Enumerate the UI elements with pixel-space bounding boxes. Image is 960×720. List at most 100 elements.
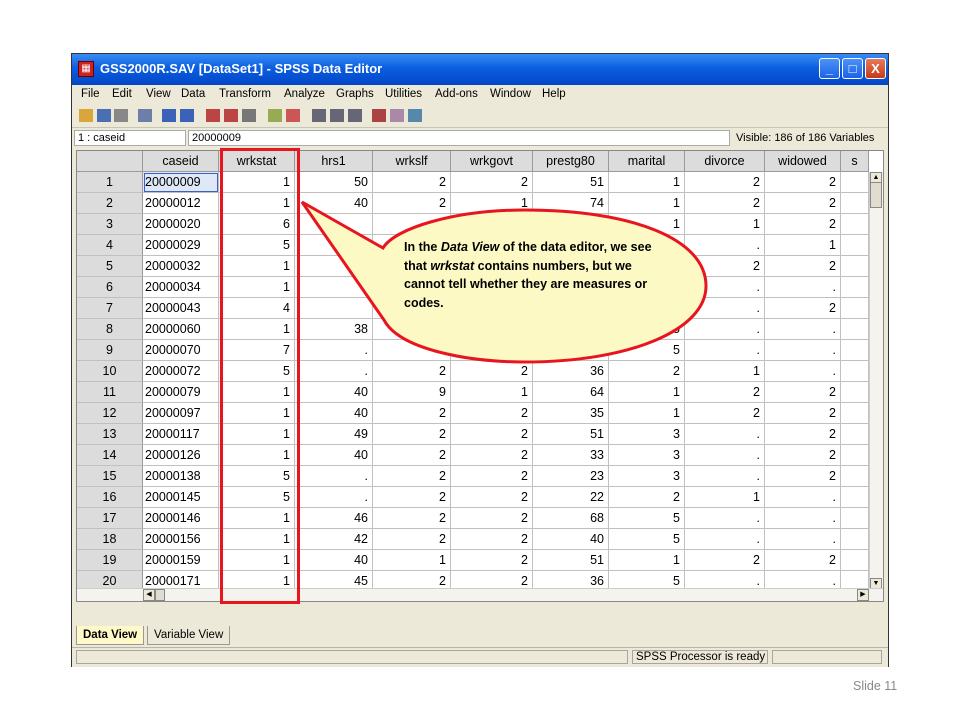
data-cell-partial[interactable] [841,382,869,403]
data-cell-partial[interactable] [841,256,869,277]
row-header[interactable]: 18 [77,529,143,550]
data-cell[interactable]: . [685,508,765,529]
print-icon[interactable] [114,109,128,122]
data-cell[interactable]: . [765,340,841,361]
data-cell[interactable]: 23 [533,466,609,487]
data-cell[interactable]: . [685,319,765,340]
data-cell[interactable]: 20000138 [143,466,219,487]
data-cell[interactable]: 20000043 [143,298,219,319]
data-cell[interactable]: 20000117 [143,424,219,445]
data-cell-partial[interactable] [841,277,869,298]
data-cell[interactable]: 36 [533,361,609,382]
row-header[interactable]: 6 [77,277,143,298]
data-cell[interactable]: 38 [295,319,373,340]
scroll-left-icon[interactable]: ◀ [143,589,155,601]
goto-case-icon[interactable] [206,109,220,122]
data-cell[interactable]: 2 [373,361,451,382]
data-cell[interactable]: 35 [533,403,609,424]
data-cell[interactable] [295,235,373,256]
row-header[interactable]: 1 [77,172,143,193]
data-cell[interactable] [373,340,451,361]
close-button[interactable]: X [865,58,886,79]
row-header[interactable]: 5 [77,256,143,277]
data-cell[interactable]: 3 [609,445,685,466]
menu-graphs[interactable]: Graphs [336,88,374,100]
redo-icon[interactable] [180,109,194,122]
data-cell[interactable]: 68 [533,508,609,529]
maximize-button[interactable]: □ [842,58,863,79]
horizontal-scrollbar[interactable]: ◀ ▶ [77,588,883,601]
data-cell[interactable]: 20000126 [143,445,219,466]
column-header-wrkslf[interactable]: wrkslf [373,151,451,172]
cell-reference[interactable]: 1 : caseid [74,130,186,146]
data-cell[interactable]: 2 [609,361,685,382]
data-cell[interactable]: 2 [765,298,841,319]
data-cell-partial[interactable] [841,235,869,256]
data-cell[interactable] [295,256,373,277]
data-cell[interactable]: 5 [609,340,685,361]
data-cell[interactable]: 2 [685,256,765,277]
data-cell[interactable]: 2 [685,403,765,424]
data-cell[interactable]: 40 [295,445,373,466]
data-cell[interactable]: . [685,277,765,298]
data-cell[interactable] [451,214,533,235]
data-cell[interactable]: 5 [609,319,685,340]
data-cell[interactable]: 2 [765,193,841,214]
insert-cases-icon[interactable] [268,109,282,122]
data-cell[interactable]: 40 [295,382,373,403]
row-header[interactable]: 11 [77,382,143,403]
row-header[interactable]: 3 [77,214,143,235]
data-cell[interactable]: 2 [765,214,841,235]
data-cell[interactable]: 51 [533,550,609,571]
data-cell-partial[interactable] [841,445,869,466]
row-header[interactable]: 8 [77,319,143,340]
undo-icon[interactable] [162,109,176,122]
data-cell[interactable]: . [765,361,841,382]
data-cell[interactable]: 49 [295,424,373,445]
data-cell-partial[interactable] [841,361,869,382]
data-cell[interactable]: 1 [765,235,841,256]
column-header-prestg80[interactable]: prestg80 [533,151,609,172]
column-header-widowed[interactable]: widowed [765,151,841,172]
column-header-hrs1[interactable]: hrs1 [295,151,373,172]
data-cell[interactable]: . [765,529,841,550]
menu-view[interactable]: View [146,88,171,100]
row-header[interactable]: 10 [77,361,143,382]
data-cell[interactable]: . [295,361,373,382]
menu-file[interactable]: File [81,88,100,100]
row-header[interactable]: 14 [77,445,143,466]
data-cell[interactable]: 3 [609,466,685,487]
data-cell[interactable]: 50 [295,172,373,193]
data-cell[interactable]: 1 [609,214,685,235]
data-cell[interactable]: 2 [609,487,685,508]
value-labels-icon[interactable] [372,109,386,122]
data-cell[interactable]: 33 [533,445,609,466]
data-cell[interactable]: . [765,277,841,298]
data-cell[interactable]: 2 [685,382,765,403]
data-cell[interactable]: . [685,466,765,487]
show-all-icon[interactable] [408,109,422,122]
data-cell[interactable]: 2 [373,487,451,508]
tab-variable-view[interactable]: Variable View [147,626,231,645]
menu-addons[interactable]: Add-ons [435,88,478,100]
data-cell[interactable]: 2 [373,529,451,550]
column-header-marital[interactable]: marital [609,151,685,172]
data-cell[interactable]: 1 [609,193,685,214]
menu-edit[interactable]: Edit [112,88,132,100]
menu-transform[interactable]: Transform [219,88,271,100]
data-cell[interactable]: 40 [295,550,373,571]
data-cell[interactable]: . [685,529,765,550]
data-cell[interactable]: 2 [765,382,841,403]
data-cell-partial[interactable] [841,508,869,529]
find-icon[interactable] [242,109,256,122]
data-cell[interactable]: 1 [451,382,533,403]
data-cell-partial[interactable] [841,550,869,571]
row-header[interactable]: 15 [77,466,143,487]
data-cell[interactable]: 2 [765,445,841,466]
data-cell[interactable]: 22 [533,487,609,508]
data-cell[interactable]: . [685,340,765,361]
data-cell-partial[interactable] [841,172,869,193]
scroll-right-icon[interactable]: ▶ [857,589,869,601]
data-cell[interactable]: 42 [295,529,373,550]
scroll-thumb[interactable] [870,182,882,208]
